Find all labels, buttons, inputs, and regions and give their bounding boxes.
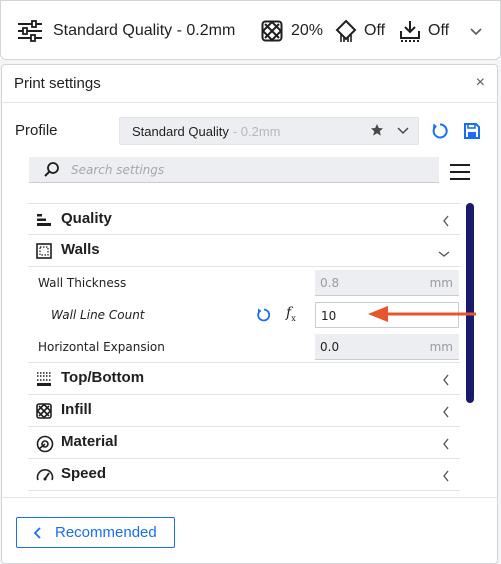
category-material[interactable]: Material <box>28 427 460 459</box>
field-unit: mm <box>429 276 453 290</box>
wall-line-count-field[interactable]: 10 <box>315 302 459 328</box>
search-icon <box>43 161 61 184</box>
adhesion-icon <box>399 19 421 43</box>
category-walls[interactable]: Walls <box>28 235 460 267</box>
category-label: Material <box>61 433 118 450</box>
field-unit: mm <box>429 340 453 354</box>
category-label: Quality <box>61 210 112 227</box>
profile-summary[interactable]: Standard Quality - 0.2mm <box>17 1 235 61</box>
recommended-button-label: Recommended <box>55 524 157 541</box>
print-setup-bar[interactable]: Standard Quality - 0.2mm 20% Off Off <box>0 0 501 60</box>
field-value: 10 <box>321 309 337 323</box>
settings-scrollbar[interactable] <box>466 203 474 403</box>
setting-label: Horizontal Expansion <box>38 340 165 354</box>
wall-thickness-field[interactable]: 0.8 mm <box>315 270 459 296</box>
support-icon <box>335 19 357 43</box>
quality-icon <box>36 212 52 233</box>
speed-icon <box>36 467 54 488</box>
field-value: 0.0 <box>320 340 340 354</box>
chevron-left-icon <box>442 214 450 232</box>
hamburger-menu-icon[interactable] <box>449 163 471 186</box>
panel-title: Print settings <box>14 75 101 92</box>
scrollbar-thumb[interactable] <box>466 203 474 403</box>
reset-profile-icon[interactable] <box>431 122 449 145</box>
print-settings-panel: Print settings × Profile Standard Qualit… <box>1 64 498 564</box>
profile-summary-label: Standard Quality - 0.2mm <box>53 22 236 39</box>
horizontal-expansion-field[interactable]: 0.0 mm <box>315 334 459 360</box>
profile-dropdown[interactable]: Standard Quality - 0.2mm <box>119 117 419 145</box>
top-bottom-icon <box>36 371 52 392</box>
material-icon <box>36 435 54 458</box>
adhesion-summary[interactable]: Off <box>399 1 449 61</box>
search-bar[interactable] <box>29 157 439 183</box>
formula-icon[interactable]: fx <box>286 305 296 323</box>
setting-label: Wall Thickness <box>38 276 127 290</box>
chevron-down-icon <box>438 245 450 263</box>
setting-horizontal-expansion: Horizontal Expansion 0.0 mm <box>28 331 460 363</box>
settings-list: Quality Walls Wall Thickness 0.8 mm Wall… <box>28 203 460 491</box>
infill-summary[interactable]: 20% <box>261 1 323 61</box>
adhesion-value: Off <box>428 22 450 39</box>
infill-value: 20% <box>291 22 324 39</box>
profile-selected-name: Standard Quality <box>132 123 229 139</box>
search-input[interactable] <box>71 160 421 180</box>
category-speed[interactable]: Speed <box>28 459 460 491</box>
chevron-left-icon <box>442 405 450 423</box>
category-label: Walls <box>61 241 100 258</box>
category-label: Speed <box>61 465 107 482</box>
category-label: Top/Bottom <box>61 369 145 386</box>
chevron-left-icon <box>33 526 43 544</box>
sliders-icon <box>17 20 43 42</box>
chevron-down-icon[interactable] <box>396 124 410 139</box>
reset-setting-icon[interactable] <box>256 307 272 328</box>
setting-label: Wall Line Count <box>51 308 145 322</box>
close-icon[interactable]: × <box>476 74 485 92</box>
setting-wall-thickness: Wall Thickness 0.8 mm <box>28 267 460 299</box>
support-value: Off <box>364 22 386 39</box>
panel-footer: Recommended <box>2 497 497 563</box>
support-summary[interactable]: Off <box>335 1 385 61</box>
save-profile-icon[interactable] <box>463 122 481 145</box>
profile-label: Profile <box>15 122 58 139</box>
category-quality[interactable]: Quality <box>28 203 460 235</box>
chevron-left-icon <box>442 469 450 487</box>
star-icon[interactable] <box>370 123 384 140</box>
category-top-bottom[interactable]: Top/Bottom <box>28 363 460 395</box>
category-infill[interactable]: Infill <box>28 395 460 427</box>
setting-wall-line-count: Wall Line Count fx 10 <box>28 299 460 331</box>
profile-selected-suffix: - 0.2mm <box>232 123 281 139</box>
chevron-left-icon <box>442 437 450 455</box>
chevron-down-icon[interactable] <box>469 1 483 61</box>
category-label: Infill <box>61 401 92 418</box>
field-value: 0.8 <box>320 276 340 290</box>
chevron-left-icon <box>442 373 450 391</box>
formula-subscript: x <box>291 313 296 323</box>
panel-header: Print settings × <box>2 65 497 103</box>
walls-icon <box>36 243 52 264</box>
recommended-button[interactable]: Recommended <box>16 517 175 548</box>
infill-icon <box>36 403 52 424</box>
infill-icon <box>261 20 283 42</box>
